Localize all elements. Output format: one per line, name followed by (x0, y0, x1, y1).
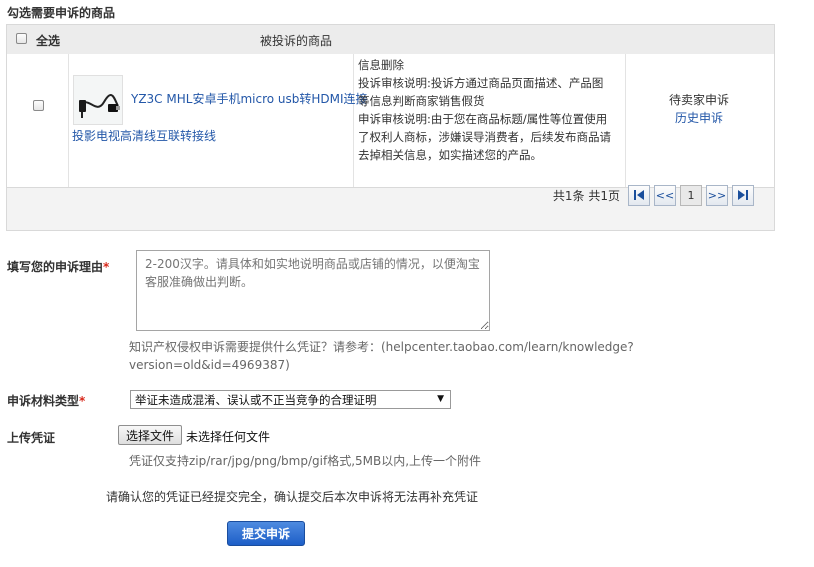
confirm-text: 请确认您的凭证已经提交完全，确认提交后本次申诉将无法再补充凭证 (106, 490, 479, 504)
first-page-button[interactable] (628, 184, 650, 206)
status-text: 待卖家申诉 (668, 93, 729, 107)
info-line: 了权利人商标，涉嫌误导消费者，后续发布商品请 (358, 130, 611, 144)
next-page-button[interactable]: >> (706, 184, 728, 206)
section-title: 勾选需要申诉的商品 (7, 6, 116, 20)
history-appeal-link[interactable]: 历史申诉 (625, 109, 773, 127)
select-all-checkbox[interactable] (16, 33, 27, 44)
reason-hint-line: 知识产权侵权申诉需要提供什么凭证？请参考：(helpcenter.taobao.… (129, 340, 634, 354)
reason-label: 填写您的申诉理由* (7, 258, 109, 275)
upload-hint: 凭证仅支持zip/rar/jpg/png/bmp/gif格式,5MB以内,上传一… (129, 454, 482, 468)
table-header: 全选 被投诉的商品 (7, 25, 774, 55)
no-file-text: 未选择任何文件 (186, 430, 271, 444)
info-line: 申诉审核说明:由于您在商品标题/属性等位置使用 (358, 112, 608, 126)
complaint-product-table: 全选 被投诉的商品 YZ3C MHL安卓手机micro usb转HDMI连接 投… (6, 24, 775, 231)
submit-appeal-button[interactable]: 提交申诉 (227, 521, 305, 546)
row-checkbox[interactable] (33, 100, 44, 111)
material-type-label: 申诉材料类型* (7, 392, 85, 409)
cable-image-icon (79, 94, 120, 118)
product-thumbnail[interactable] (73, 75, 123, 125)
cell-divider (353, 54, 354, 187)
info-line: 等信息判断商家销售假货 (358, 94, 485, 108)
reason-label-text: 填写您的申诉理由 (7, 260, 104, 274)
required-mark: * (103, 260, 110, 274)
last-page-icon (738, 190, 748, 200)
reason-hint-line: version=old&id=4969387) (129, 358, 290, 372)
info-line: 投诉审核说明:投诉方通过商品页面描述、产品图 (358, 76, 604, 90)
choose-file-button[interactable]: 选择文件 (118, 425, 182, 445)
material-type-select[interactable]: 举证未造成混淆、误认或不正当竞争的合理证明 ▼ (130, 390, 451, 409)
material-type-selected: 举证未造成混淆、误认或不正当竞争的合理证明 (135, 392, 377, 407)
pager-summary: 共1条 共1页 (552, 188, 620, 203)
first-page-icon (634, 190, 644, 200)
prev-page-button[interactable]: << (654, 184, 676, 206)
complaint-info: 信息删除 投诉审核说明:投诉方通过商品页面描述、产品图 等信息判断商家销售假货 … (358, 56, 628, 164)
required-mark: * (79, 394, 86, 408)
reason-hint: 知识产权侵权申诉需要提供什么凭证？请参考：(helpcenter.taobao.… (129, 338, 634, 374)
status-cell: 待卖家申诉 历史申诉 (625, 91, 773, 127)
material-type-label-text: 申诉材料类型 (7, 394, 80, 408)
last-page-button[interactable] (732, 184, 754, 206)
current-page[interactable]: 1 (680, 184, 702, 206)
product-title-link[interactable]: YZ3C MHL安卓手机micro usb转HDMI连接 (131, 90, 368, 107)
product-column-header: 被投诉的商品 (260, 34, 333, 48)
info-line: 信息删除 (358, 58, 404, 72)
select-all-label: 全选 (36, 34, 61, 48)
reason-textarea[interactable] (136, 250, 490, 331)
chevron-down-icon: ▼ (437, 394, 444, 404)
table-row: YZ3C MHL安卓手机micro usb转HDMI连接 投影电视高清线互联转接… (7, 54, 774, 188)
info-line: 去掉相关信息，如实描述您的产品。 (358, 148, 542, 162)
upload-label: 上传凭证 (7, 431, 56, 445)
product-title-link-line2[interactable]: 投影电视高清线互联转接线 (72, 127, 216, 144)
pagination: 共1条 共1页 << 1 >> (553, 183, 754, 207)
cell-divider (68, 54, 69, 187)
